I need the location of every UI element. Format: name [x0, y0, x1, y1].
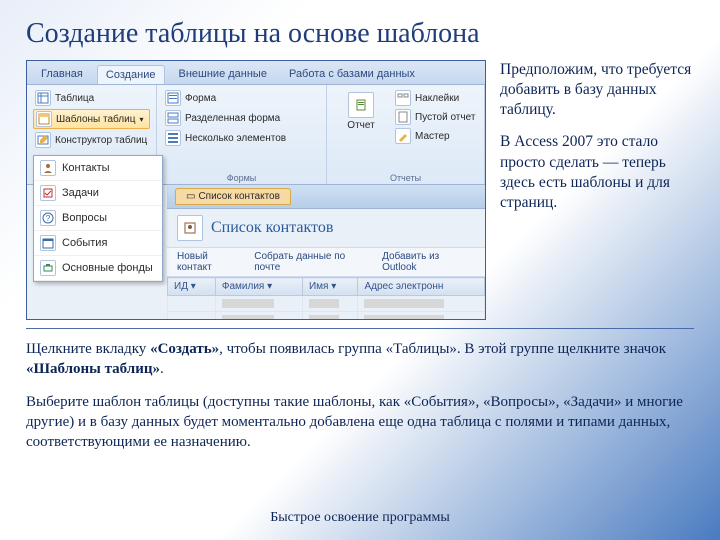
templates-dropdown: Контакты Задачи ?Вопросы События Основны…: [33, 155, 163, 282]
col-email[interactable]: Адрес электронн: [358, 278, 485, 296]
tab-home[interactable]: Главная: [33, 65, 91, 84]
tab-create[interactable]: Создание: [97, 65, 165, 84]
report-icon: [348, 92, 374, 118]
contacts-icon: [40, 160, 56, 176]
tab-dbtools[interactable]: Работа с базами данных: [281, 65, 423, 84]
table-row[interactable]: [168, 296, 485, 312]
table-design-icon: [35, 132, 51, 148]
divider: [26, 328, 694, 329]
multi-items-icon: [165, 130, 181, 146]
table-icon: [35, 90, 51, 106]
btn-table-templates[interactable]: Шаблоны таблиц ▾: [33, 109, 150, 129]
btn-labels[interactable]: Наклейки: [393, 89, 477, 107]
col-firstname[interactable]: Имя ▾: [302, 278, 357, 296]
dd-assets[interactable]: Основные фонды: [34, 256, 162, 281]
form-icon: [165, 90, 181, 106]
link-collect-email[interactable]: Собрать данные по почте: [254, 251, 372, 273]
tab-external[interactable]: Внешние данные: [171, 65, 275, 84]
body-text: Щелкните вкладку «Создать», чтобы появил…: [26, 339, 694, 452]
events-icon: [40, 235, 56, 251]
dd-tasks[interactable]: Задачи: [34, 181, 162, 206]
footer-text: Быстрое освоение программы: [0, 510, 720, 526]
tasks-icon: [40, 185, 56, 201]
link-add-outlook[interactable]: Добавить из Outlook: [382, 251, 475, 273]
btn-form[interactable]: Форма: [163, 89, 320, 107]
ribbon-group-reports: Отчет Наклейки Пустой отчет: [327, 85, 485, 184]
ribbon-group-forms: Форма Разделенная форма Несколько элемен…: [157, 85, 327, 184]
intro-text: Предположим, что требуется добавить в ба…: [500, 60, 694, 320]
btn-table[interactable]: Таблица: [33, 89, 150, 107]
col-lastname[interactable]: Фамилия ▾: [215, 278, 302, 296]
dropdown-arrow-icon: ▾: [139, 115, 143, 124]
doc-tab-contacts[interactable]: ▭Список контактов: [175, 188, 291, 205]
btn-table-design[interactable]: Конструктор таблиц: [33, 131, 150, 149]
btn-multi-items[interactable]: Несколько элементов: [163, 129, 320, 147]
document-tabs: ▭Список контактов: [167, 185, 485, 209]
form-header: Список контактов: [167, 209, 485, 247]
dd-events[interactable]: События: [34, 231, 162, 256]
contacts-table: ИД ▾ Фамилия ▾ Имя ▾ Адрес электронн: [167, 277, 485, 320]
dd-issues[interactable]: ?Вопросы: [34, 206, 162, 231]
link-new-contact[interactable]: Новый контакт: [177, 251, 244, 273]
slide-title: Создание таблицы на основе шаблона: [26, 18, 694, 50]
split-form-icon: [165, 110, 181, 126]
svg-text:?: ?: [46, 214, 51, 223]
dd-contacts[interactable]: Контакты: [34, 156, 162, 181]
btn-blank-report[interactable]: Пустой отчет: [393, 108, 477, 126]
table-templates-icon: [36, 111, 52, 127]
blank-report-icon: [395, 109, 411, 125]
btn-report-wizard[interactable]: Мастер: [393, 127, 477, 145]
col-id[interactable]: ИД ▾: [168, 278, 216, 296]
form-toolbar: Новый контакт Собрать данные по почте До…: [167, 247, 485, 277]
btn-report[interactable]: Отчет: [333, 89, 389, 145]
issues-icon: ?: [40, 210, 56, 226]
access-screenshot: Главная Создание Внешние данные Работа с…: [26, 60, 486, 320]
contacts-form-icon: [177, 215, 203, 241]
btn-split-form[interactable]: Разделенная форма: [163, 109, 320, 127]
wizard-icon: [395, 128, 411, 144]
ribbon-tabs: Главная Создание Внешние данные Работа с…: [27, 61, 485, 85]
form-tab-icon: ▭: [186, 191, 195, 202]
assets-icon: [40, 260, 56, 276]
table-row[interactable]: [168, 312, 485, 321]
labels-icon: [395, 90, 411, 106]
